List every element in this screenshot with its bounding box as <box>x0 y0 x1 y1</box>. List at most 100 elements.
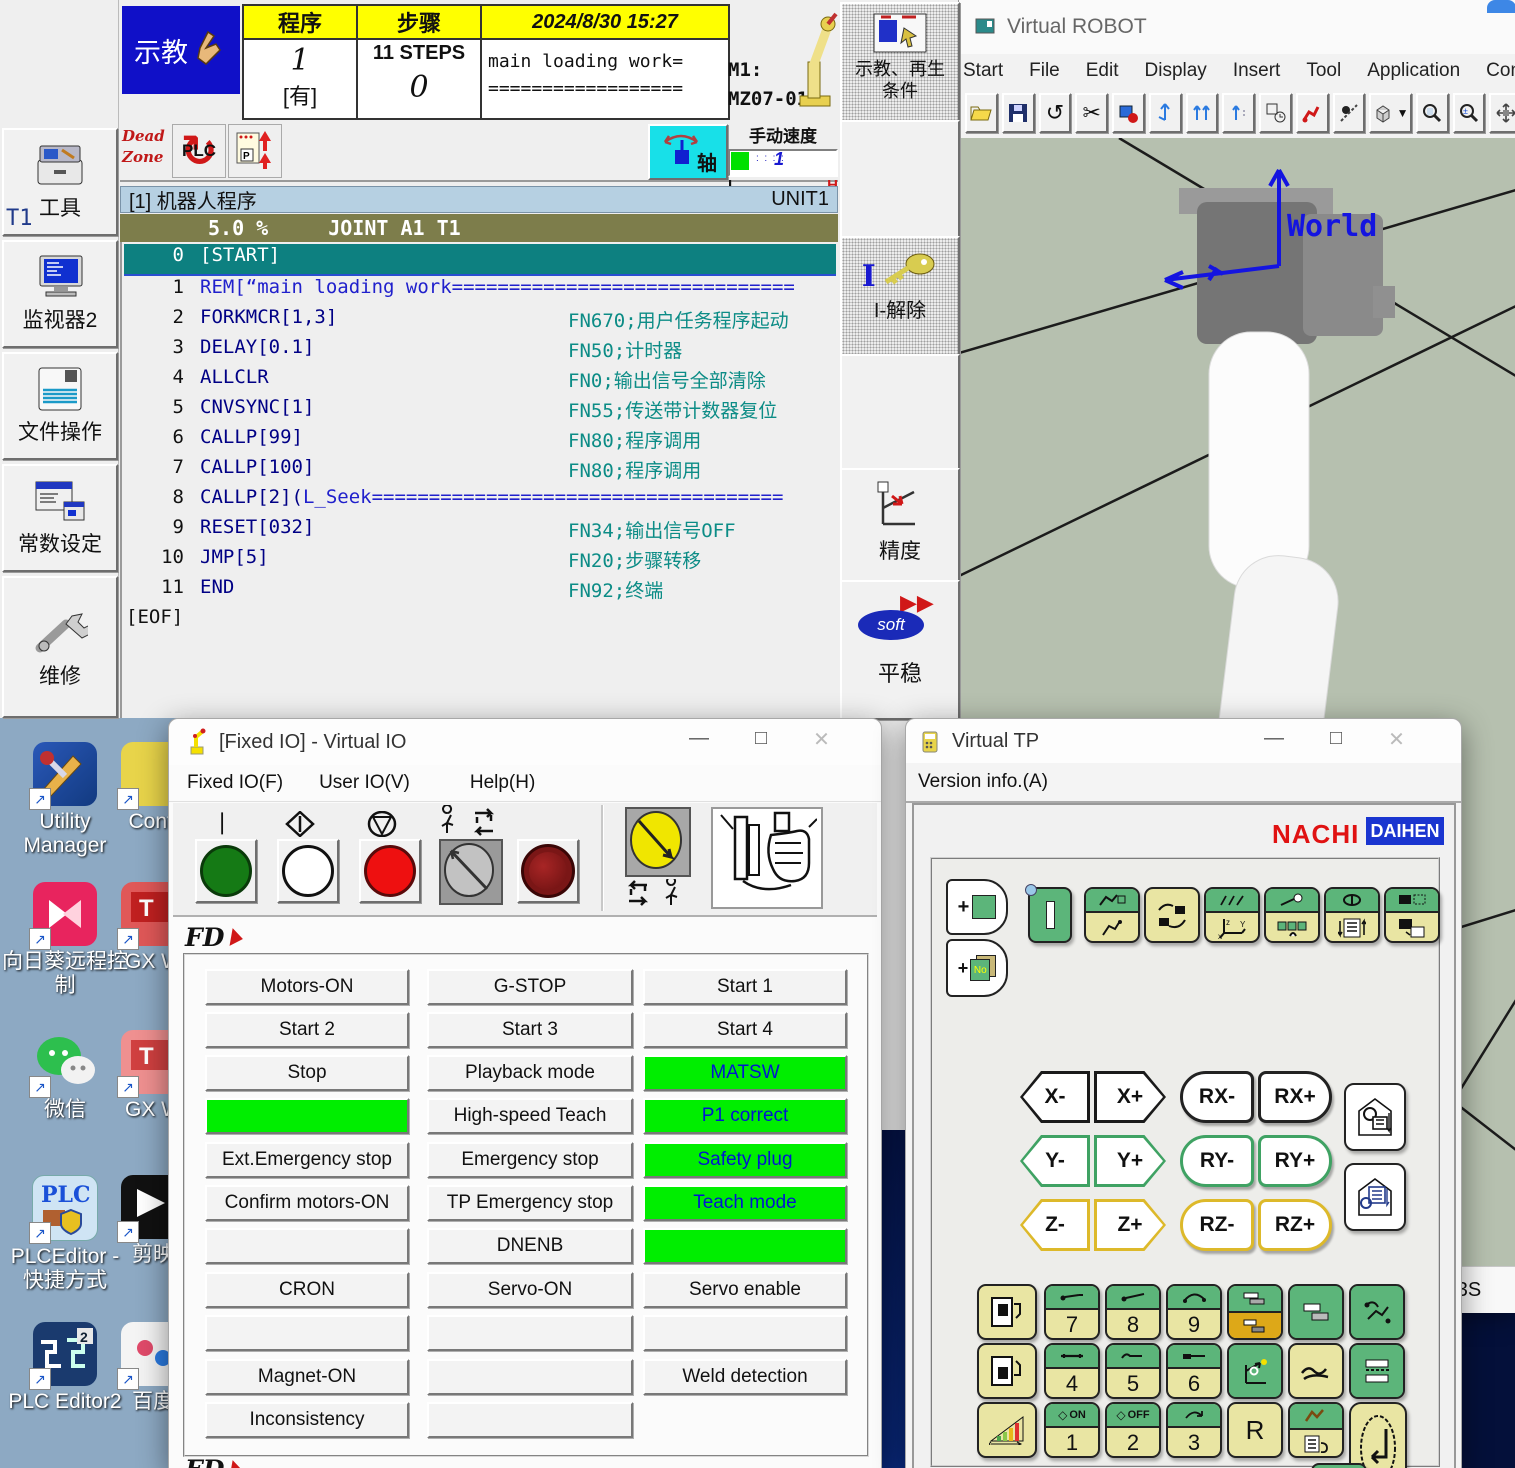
io-button-ext-emergency-stop[interactable]: Ext.Emergency stop <box>205 1142 409 1178</box>
io-button-start3[interactable]: Start 3 <box>427 1012 633 1048</box>
key-overlap[interactable] <box>1288 1284 1344 1340</box>
right-blank-button-1[interactable] <box>840 120 960 238</box>
emergency-stop-button[interactable] <box>517 839 579 903</box>
jog-key-z-minus[interactable]: Z- <box>1020 1199 1090 1251</box>
key-2[interactable]: ◇OFF2 <box>1105 1402 1161 1458</box>
program-line[interactable]: 5CNVSYNC[1]FN55;传送带计数器复位 <box>124 396 836 426</box>
program-line[interactable]: 8CALLP[2](L_Seek========================… <box>124 486 836 516</box>
io-button-weld-detection[interactable]: Weld detection <box>643 1359 847 1395</box>
key-speed-override[interactable] <box>977 1402 1037 1458</box>
maximize-button[interactable]: □ <box>755 727 767 752</box>
io-button-stop[interactable]: Stop <box>205 1055 409 1091</box>
key-8[interactable]: 8 <box>1105 1284 1161 1340</box>
part-button[interactable] <box>1112 93 1145 133</box>
maximize-button[interactable]: □ <box>1330 727 1342 752</box>
program-line[interactable]: 4ALLCLRFN0;输出信号全部清除 <box>124 366 836 396</box>
enable-grip-switch[interactable] <box>711 807 823 909</box>
interference-release-button[interactable]: I I-解除 <box>840 236 960 356</box>
io-button-blank-6[interactable] <box>643 1315 847 1351</box>
minimize-button[interactable]: — <box>1264 727 1284 752</box>
add-step-key[interactable]: + <box>946 879 1008 935</box>
key-4[interactable]: 4 <box>1044 1343 1100 1399</box>
program-line[interactable]: 3DELAY[0.1]FN50;计时器 <box>124 336 836 366</box>
add-page-key[interactable]: + No <box>946 939 1008 997</box>
menu-tool[interactable]: Tool <box>1306 60 1341 82</box>
key-robot-path[interactable] <box>1349 1284 1405 1340</box>
menu-help[interactable]: Help(H) <box>470 772 535 794</box>
jog-key-z-plus[interactable]: Z+ <box>1094 1199 1166 1251</box>
robot-teach-button[interactable] <box>1296 93 1329 133</box>
jog-key-rz-plus[interactable]: RZ+ <box>1258 1199 1332 1251</box>
io-power-key[interactable] <box>1028 887 1072 943</box>
io-button-servo-enable[interactable]: Servo enable <box>643 1272 847 1308</box>
io-button-blank-8[interactable] <box>427 1402 633 1438</box>
io-button-blank-5[interactable] <box>427 1315 633 1351</box>
unit-list-key[interactable] <box>1344 1163 1406 1231</box>
jog-key-ry-minus[interactable]: RY- <box>1180 1135 1254 1187</box>
key-3[interactable]: 3 <box>1166 1402 1222 1458</box>
zoom-page-button[interactable] <box>1416 93 1449 133</box>
key-enter[interactable] <box>1349 1402 1407 1468</box>
motors-on-pushbutton[interactable] <box>195 839 257 903</box>
key-pendant-screen[interactable] <box>1349 1343 1405 1399</box>
cut-button[interactable]: ✂ <box>1075 93 1108 133</box>
teach-selector-switch[interactable] <box>625 807 691 877</box>
program-line[interactable]: 10JMP[5]FN20;步骤转移 <box>124 546 836 576</box>
io-button-motors-on[interactable]: Motors-ON <box>205 969 409 1005</box>
undo-button[interactable]: ↺ <box>1039 93 1072 133</box>
program-line[interactable]: 11ENDFN92;终端 <box>124 576 836 606</box>
io-lamp-safety-plug[interactable]: Safety plug <box>643 1142 847 1178</box>
io-button-emergency-stop[interactable]: Emergency stop <box>427 1142 633 1178</box>
io-button-dnenb[interactable]: DNENB <box>427 1228 633 1264</box>
program-listing[interactable]: 0[START] 1REM[“main loading work========… <box>120 242 840 718</box>
cursor-up-key[interactable]: ↑ <box>1311 1463 1367 1468</box>
measure-button[interactable] <box>1333 93 1366 133</box>
menu-version-info[interactable]: Version info.(A) <box>918 771 1048 793</box>
check-go-key[interactable] <box>1264 887 1320 943</box>
fixed-io-titlebar[interactable]: [Fixed IO] - Virtual IO — □ ✕ <box>169 719 881 765</box>
speed-bar[interactable]: 1 : : : : <box>728 149 838 177</box>
io-button-blank-7[interactable] <box>427 1359 633 1395</box>
smooth-button[interactable]: ▶▶ soft 平稳 <box>840 580 960 720</box>
jog-key-rx-minus[interactable]: RX- <box>1180 1071 1254 1123</box>
program-line[interactable]: 7CALLP[100]FN80;程序调用 <box>124 456 836 486</box>
teach-playback-condition-button[interactable]: 示教、再生 条件 <box>840 2 960 122</box>
menu-application[interactable]: Application <box>1367 60 1460 82</box>
sidebar-item-monitor2[interactable]: 监视器2 <box>2 240 118 348</box>
key-overlap-insert[interactable] <box>1227 1284 1283 1340</box>
menu-edit[interactable]: Edit <box>1086 60 1119 82</box>
virtual-tp-titlebar[interactable]: Virtual TP — □ ✕ <box>906 719 1461 763</box>
open-button[interactable] <box>965 93 998 133</box>
io-button-start1[interactable]: Start 1 <box>643 969 847 1005</box>
io-lamp-matsw[interactable]: MATSW <box>643 1055 847 1091</box>
pan-button[interactable] <box>1489 93 1515 133</box>
multi-axis-button[interactable] <box>1186 93 1219 133</box>
mode-selector-switch[interactable] <box>439 839 503 905</box>
io-button-start2[interactable]: Start 2 <box>205 1012 409 1048</box>
key-io-door-2[interactable] <box>977 1343 1037 1399</box>
key-hands-sync[interactable] <box>1288 1343 1344 1399</box>
axis-coordinate-button[interactable]: 轴 <box>648 124 728 180</box>
jog-key-y-plus[interactable]: Y+ <box>1094 1135 1166 1187</box>
io-lamp-p1-correct[interactable]: P1 correct <box>643 1098 847 1134</box>
io-button-blank-2[interactable] <box>205 1228 409 1264</box>
io-button-cron[interactable]: CRON <box>205 1272 409 1308</box>
menu-config[interactable]: Config <box>1486 60 1515 82</box>
menu-display[interactable]: Display <box>1145 60 1207 82</box>
io-lamp-teach-mode[interactable]: Teach mode <box>643 1185 847 1221</box>
io-button-blank-4[interactable] <box>205 1315 409 1351</box>
key-7[interactable]: 7 <box>1044 1284 1100 1340</box>
jog-key-rx-plus[interactable]: RX+ <box>1258 1071 1332 1123</box>
program-line-0-selected[interactable]: 0[START] <box>124 244 836 276</box>
sidebar-item-file-operations[interactable]: 文件操作 <box>2 352 118 460</box>
view-cube-button[interactable]: ▼ <box>1369 93 1411 133</box>
key-1[interactable]: ◇ON1 <box>1044 1402 1100 1458</box>
axis-ghost-button[interactable] <box>1222 93 1255 133</box>
io-button-playback-mode[interactable]: Playback mode <box>427 1055 633 1091</box>
sync-coop-key[interactable] <box>1144 887 1200 943</box>
key-r[interactable]: R <box>1227 1402 1283 1458</box>
screen-switch-key[interactable] <box>1384 887 1440 943</box>
jog-key-ry-plus[interactable]: RY+ <box>1258 1135 1332 1187</box>
jog-key-x-minus[interactable]: X- <box>1020 1071 1090 1123</box>
menu-file[interactable]: File <box>1029 60 1060 82</box>
